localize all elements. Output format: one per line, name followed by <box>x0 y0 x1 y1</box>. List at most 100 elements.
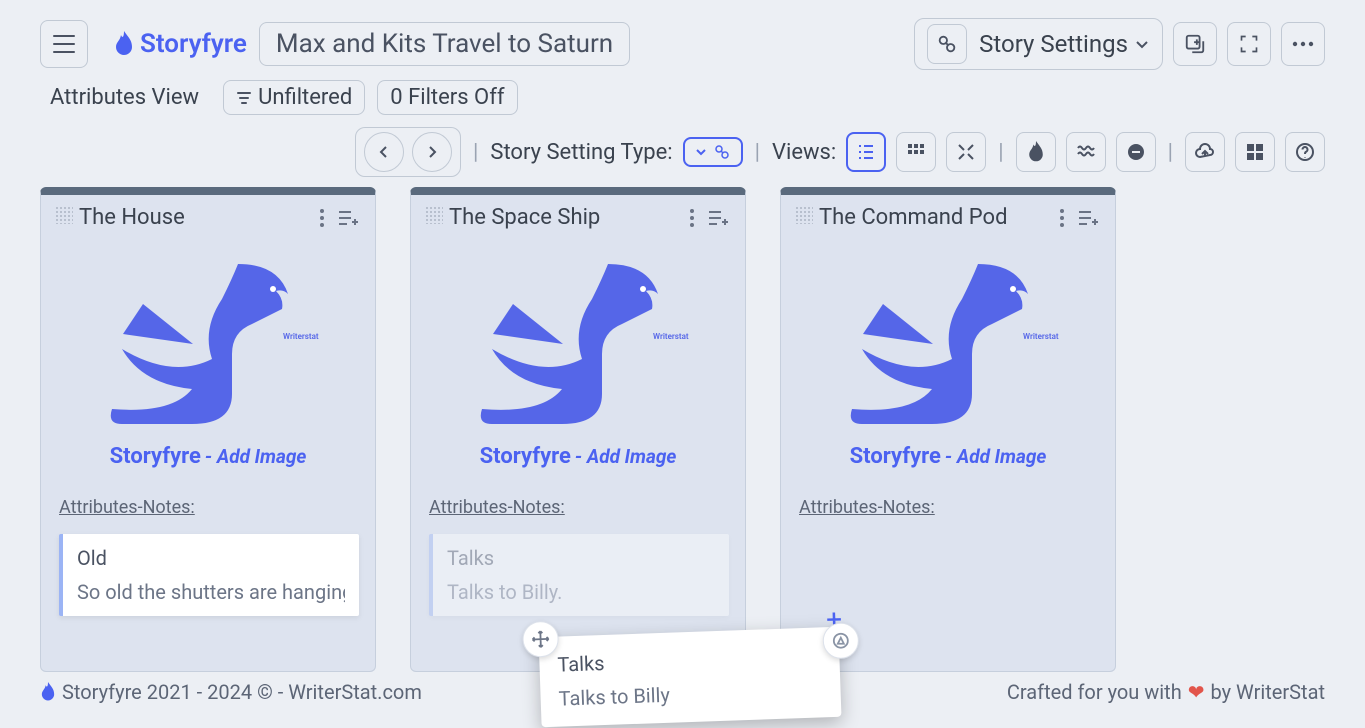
toolbar: | Story Setting Type: | Views: | | <box>0 115 1365 187</box>
compass-button[interactable] <box>823 623 859 659</box>
attributes-label: Attributes-Notes: <box>41 479 375 524</box>
expand-icon <box>1239 34 1259 54</box>
placeholder-brand: Storyfyre <box>480 444 571 469</box>
more-icon <box>1292 41 1314 47</box>
note-title: Old <box>77 546 345 570</box>
flame-icon <box>1027 141 1045 163</box>
views-label: Views: <box>772 140 836 165</box>
list-plus-icon <box>707 208 731 228</box>
card-title[interactable]: The Command Pod <box>819 205 1059 230</box>
image-placeholder[interactable]: Writerstat Storyfyre - Add Image <box>781 230 1115 479</box>
heart-icon: ❤ <box>1188 680 1205 704</box>
card-add-button[interactable] <box>1077 208 1101 228</box>
grid-icon <box>906 142 926 162</box>
card-add-button[interactable] <box>337 208 361 228</box>
note-body: Talks to Billy. <box>447 580 715 604</box>
placeholder-add: - Add Image <box>205 445 306 468</box>
setting-card: The Space Ship Writerstat Storyfyre - Ad… <box>410 187 746 672</box>
more-button[interactable] <box>1281 22 1325 66</box>
svg-text:Writerstat: Writerstat <box>1023 332 1059 341</box>
card-menu-button[interactable] <box>1059 208 1065 228</box>
card-actions <box>1059 208 1101 228</box>
dashboard-icon <box>1245 142 1265 162</box>
flame-icon <box>114 31 134 57</box>
list-plus-icon <box>337 208 361 228</box>
fullscreen-button[interactable] <box>1227 22 1271 66</box>
brand-link[interactable]: Storyfyre <box>114 29 247 59</box>
top-bar: Storyfyre Max and Kits Travel to Saturn … <box>0 0 1365 70</box>
card-menu-button[interactable] <box>319 208 325 228</box>
dragon-icon: Writerstat <box>828 244 1068 444</box>
brand-text: Storyfyre <box>140 29 247 59</box>
chevron-left-icon <box>377 145 391 159</box>
chevron-down-icon <box>695 146 707 158</box>
dragon-icon: Writerstat <box>88 244 328 444</box>
setting-card: The House Writerstat Storyfyre - Add Ima… <box>40 187 376 672</box>
prev-button[interactable] <box>364 132 404 172</box>
compass-icon <box>832 632 850 650</box>
dashboard-button[interactable] <box>1235 132 1275 172</box>
attributes-view-label: Attributes View <box>50 81 211 114</box>
footer-left: Storyfyre 2021 - 2024 © - WriterStat.com <box>62 680 422 704</box>
cloud-icon <box>1194 143 1216 161</box>
help-icon <box>1295 142 1315 162</box>
card-actions <box>689 208 731 228</box>
drag-handle[interactable] <box>425 206 443 224</box>
view-compact-button[interactable] <box>946 132 986 172</box>
footer-right-prefix: Crafted for you with <box>1007 680 1182 704</box>
filter-label: Unfiltered <box>258 85 352 110</box>
drag-handle[interactable] <box>55 206 73 224</box>
card-header: The Space Ship <box>411 195 745 230</box>
story-title[interactable]: Max and Kits Travel to Saturn <box>259 22 630 66</box>
more-vertical-icon <box>1059 208 1065 228</box>
cloud-button[interactable] <box>1185 132 1225 172</box>
separator: | <box>471 140 480 165</box>
link-icon <box>713 143 731 161</box>
move-handle[interactable] <box>522 621 559 658</box>
card-actions <box>319 208 361 228</box>
story-settings-label: Story Settings <box>979 30 1128 58</box>
duplicate-button[interactable] <box>1173 22 1217 66</box>
svg-text:Writerstat: Writerstat <box>653 332 689 341</box>
next-button[interactable] <box>412 132 452 172</box>
separator: | <box>996 140 1005 165</box>
chevron-right-icon <box>425 145 439 159</box>
attributes-label: Attributes-Notes: <box>781 479 1115 524</box>
setting-type-selector[interactable] <box>683 137 743 167</box>
circle-minus-icon <box>1126 142 1146 162</box>
hamburger-icon <box>53 35 75 53</box>
card-title[interactable]: The House <box>79 205 319 230</box>
card-menu-button[interactable] <box>689 208 695 228</box>
view-list-button[interactable] <box>846 132 886 172</box>
more-vertical-icon <box>689 208 695 228</box>
story-settings-button[interactable]: Story Settings <box>914 18 1163 70</box>
wave-button[interactable] <box>1066 132 1106 172</box>
circle-button[interactable] <box>1116 132 1156 172</box>
flame-button[interactable] <box>1016 132 1056 172</box>
card-title[interactable]: The Space Ship <box>449 205 689 230</box>
filters-off-button[interactable]: 0 Filters Off <box>377 80 517 115</box>
dragon-icon: Writerstat <box>458 244 698 444</box>
separator: | <box>1166 140 1175 165</box>
setting-type-label: Story Setting Type: <box>490 140 672 165</box>
filter-button[interactable]: Unfiltered <box>223 80 365 115</box>
view-grid-button[interactable] <box>896 132 936 172</box>
card-add-button[interactable] <box>707 208 731 228</box>
move-icon <box>531 630 550 649</box>
help-button[interactable] <box>1285 132 1325 172</box>
second-bar: Attributes View Unfiltered 0 Filters Off <box>0 70 1365 115</box>
menu-button[interactable] <box>40 20 88 68</box>
setting-card: The Command Pod Writerstat Storyfyre - A… <box>780 187 1116 672</box>
cards-container: The House Writerstat Storyfyre - Add Ima… <box>0 187 1365 672</box>
image-placeholder[interactable]: Writerstat Storyfyre - Add Image <box>41 230 375 479</box>
placeholder-add: - Add Image <box>945 445 1046 468</box>
footer: Storyfyre 2021 - 2024 © - WriterStat.com… <box>0 672 1365 712</box>
placeholder-brand: Storyfyre <box>850 444 941 469</box>
image-placeholder[interactable]: Writerstat Storyfyre - Add Image <box>411 230 745 479</box>
note-card[interactable]: Old So old the shutters are hanging si <box>59 534 359 616</box>
drag-handle[interactable] <box>795 206 813 224</box>
svg-text:Writerstat: Writerstat <box>283 332 319 341</box>
more-vertical-icon <box>319 208 325 228</box>
chevron-down-icon <box>1134 36 1150 52</box>
placeholder-add: - Add Image <box>575 445 676 468</box>
